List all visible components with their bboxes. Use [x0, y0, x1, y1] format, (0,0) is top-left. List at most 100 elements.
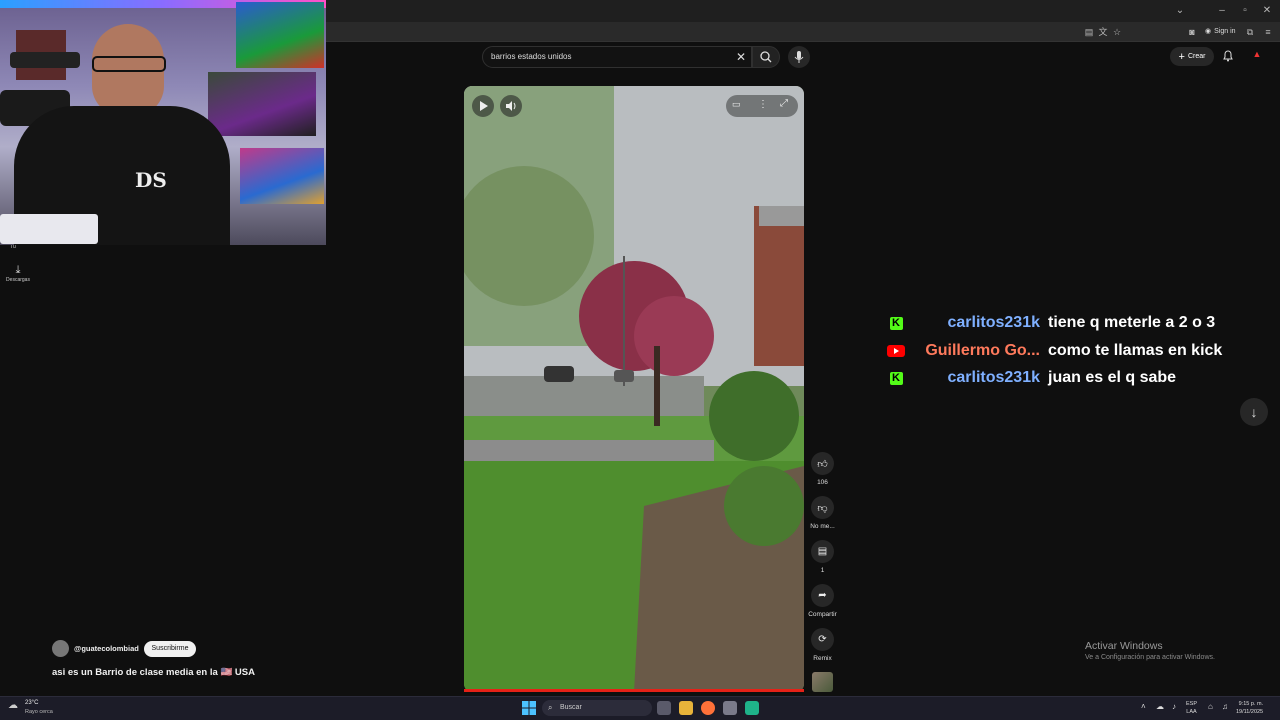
minimize-button[interactable]: – [1214, 3, 1230, 19]
poster-joker [208, 72, 316, 136]
video-title: asi es un Barrio de clase media en la 🇺🇸… [52, 667, 255, 678]
activate-windows-subtitle: Ve a Configuración para activar Windows. [1085, 654, 1215, 661]
clock-date: 19/11/2025 [1236, 709, 1264, 715]
remix-label: Remix [813, 655, 832, 662]
search-icon [760, 51, 772, 63]
dislike-label: No me... [810, 523, 835, 530]
remix-button[interactable]: ⟳ [811, 628, 834, 651]
translate-icon[interactable]: 文 [1096, 25, 1110, 39]
poster-game [240, 148, 324, 204]
weather-desc: Rayo cerca [25, 709, 53, 715]
tray-chevron-icon[interactable]: ˄ [1141, 702, 1146, 711]
close-window-button[interactable]: ✕ [1259, 3, 1275, 19]
firefox-icon[interactable] [701, 701, 715, 715]
captions-icon[interactable]: ▭ [732, 99, 746, 113]
nav-downloads-label: Descargas [6, 277, 30, 283]
taskbar-search-label: Buscar [560, 704, 582, 711]
star-icon[interactable]: ☆ [1110, 25, 1124, 39]
onedrive-icon[interactable]: ☁ [1156, 702, 1164, 711]
next-video-button[interactable]: ↓ [1240, 398, 1268, 426]
play-icon [480, 101, 488, 111]
glasses [92, 56, 166, 72]
comments-button[interactable]: ▤ [811, 540, 834, 563]
windows-start-icon[interactable] [522, 701, 536, 715]
channel-handle[interactable]: @guatecolombiad [74, 644, 139, 653]
chat-message: K carlitos231k tiene q meterle a 2 o 3 [886, 312, 1215, 334]
arrow-down-icon: ↓ [1250, 404, 1258, 420]
shorts-video-player[interactable]: ▭ ⋮ ⤢ [464, 86, 804, 692]
remix-icon: ⟳ [818, 634, 827, 645]
store-icon[interactable] [723, 701, 737, 715]
kick-icon: K [886, 370, 906, 386]
clock-time: 9:15 p. m. [1238, 701, 1264, 707]
more-options-icon[interactable]: ⋮ [758, 99, 768, 113]
download-icon: ⤓ [15, 264, 21, 276]
account-icon: ◉ [1205, 28, 1212, 35]
chevron-down-icon[interactable]: ⌄ [1172, 3, 1188, 19]
keyboard [0, 214, 98, 244]
chat-text: juan es el q sabe [1048, 369, 1177, 386]
search-input[interactable]: barrios estados unidos [482, 46, 752, 68]
search-icon: ⌕ [548, 703, 553, 712]
volume-tray-icon[interactable]: ♫ [1222, 702, 1228, 711]
chat-username: carlitos231k [947, 369, 1040, 386]
create-label: Crear [1187, 53, 1206, 60]
chat-message: K carlitos231k juan es el q sabe [886, 367, 1176, 389]
reader-mode-icon[interactable]: ▤ [1082, 25, 1096, 39]
thumbs-down-icon: 👎︎ [817, 502, 828, 514]
channel-avatar[interactable] [52, 640, 69, 657]
play-button[interactable] [472, 95, 494, 117]
search-button[interactable] [752, 46, 780, 68]
video-frame [464, 86, 804, 692]
microphone-arm [10, 52, 80, 68]
lang-secondary: LAA [1186, 709, 1197, 715]
sign-in-label: Sign in [1214, 28, 1236, 35]
plus-icon: + [1178, 50, 1185, 63]
weather-icon[interactable]: ☁ [8, 700, 22, 714]
voice-search-button[interactable] [788, 46, 810, 68]
dislike-button[interactable]: 👎︎ [811, 496, 834, 519]
comment-icon: ▤ [817, 546, 828, 557]
language-indicator[interactable]: ESP LAA [1186, 700, 1197, 716]
activate-windows-title: Activar Windows [1085, 640, 1163, 652]
account-avatar[interactable]: ▲ [1250, 49, 1264, 63]
task-view-icon[interactable] [657, 701, 671, 715]
like-count: 106 [817, 479, 828, 486]
share-button[interactable]: ➦ [811, 584, 834, 607]
like-button[interactable]: 👍︎ [811, 452, 834, 475]
extensions-icon[interactable]: ⧉ [1243, 25, 1257, 39]
create-button[interactable]: + Crear [1170, 47, 1214, 66]
youtube-icon [886, 343, 906, 359]
volume-icon [506, 101, 516, 111]
fullscreen-icon[interactable]: ⤢ [780, 98, 794, 112]
camera-icon[interactable]: ◙ [1185, 25, 1199, 39]
lang-primary: ESP [1186, 701, 1198, 707]
share-icon: ➦ [818, 590, 827, 601]
video-progress-bar[interactable] [464, 689, 804, 692]
mute-button[interactable] [500, 95, 522, 117]
share-label: Compartir [808, 611, 837, 618]
browser-menu-icon[interactable]: ≡ [1261, 25, 1275, 39]
chat-username: Guillermo Go... [925, 342, 1040, 359]
chat-username: carlitos231k [947, 314, 1040, 331]
kick-icon: K [886, 315, 906, 331]
notifications-bell-icon[interactable] [1221, 49, 1235, 63]
weather-temp[interactable]: 23°C [25, 700, 38, 706]
webcam-overlay: DS [0, 0, 326, 245]
app-icon[interactable] [745, 701, 759, 715]
chat-text: tiene q meterle a 2 o 3 [1048, 314, 1216, 331]
taskbar-clock[interactable]: 9:15 p. m. 19/11/2025 [1236, 700, 1263, 716]
sound-thumbnail[interactable] [812, 672, 833, 692]
microphone-tray-icon[interactable]: ♪ [1172, 702, 1176, 711]
taskbar-search[interactable]: ⌕ Buscar [542, 700, 652, 716]
thumbs-up-icon: 👍︎ [817, 458, 828, 470]
nav-downloads[interactable]: ⤓ Descargas [4, 264, 32, 283]
subscribe-button[interactable]: Suscribirme [144, 641, 196, 657]
chat-message: Guillermo Go... como te llamas en kick [886, 340, 1222, 362]
network-icon[interactable]: ⌂ [1208, 702, 1213, 711]
chat-text: como te llamas en kick [1048, 342, 1223, 359]
file-explorer-icon[interactable] [679, 701, 693, 715]
sign-in-button[interactable]: ◉ Sign in [1205, 24, 1236, 40]
maximize-button[interactable]: ▫ [1237, 3, 1253, 19]
clear-search-icon[interactable]: ✕ [733, 48, 749, 66]
